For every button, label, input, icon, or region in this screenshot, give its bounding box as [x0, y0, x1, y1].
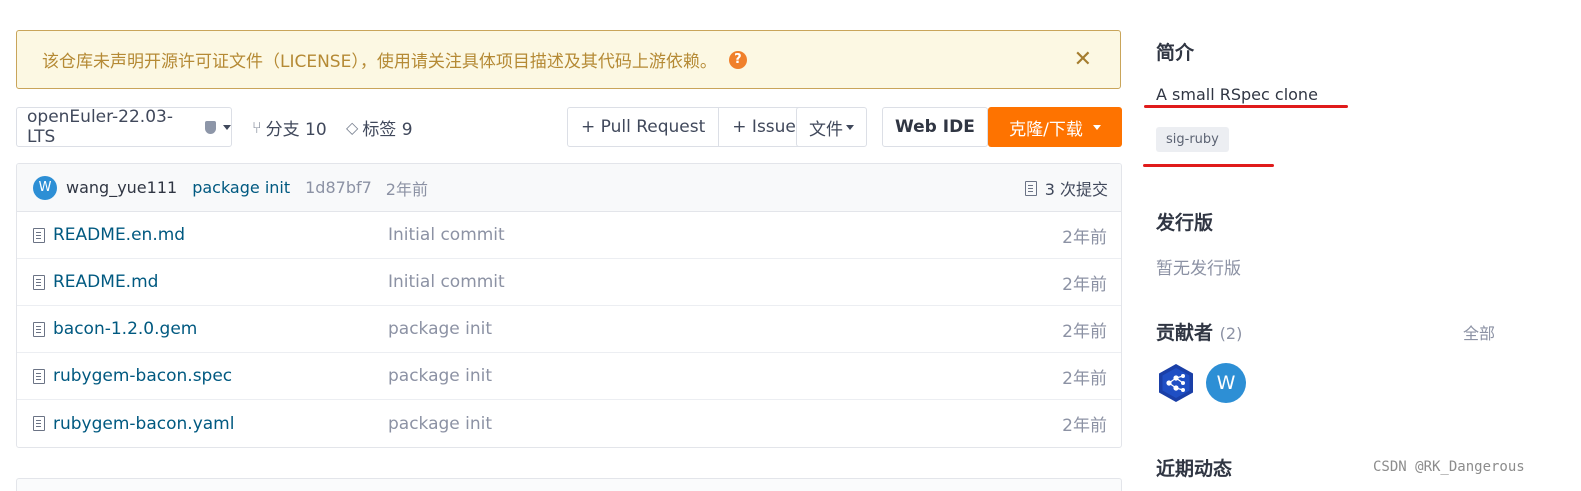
clone-label: 克隆/下载 [1009, 119, 1083, 140]
files-label: 文件 [809, 119, 843, 140]
file-commit-message[interactable]: Initial commit [388, 272, 505, 292]
chevron-down-icon [846, 124, 854, 130]
annotation-underline [1144, 105, 1348, 108]
repo-sidebar: 简介 A small RSpec clone sig-ruby 发行版 暂无发行… [1143, 0, 1556, 491]
contributors-count: (2) [1219, 324, 1243, 343]
clone-download-button[interactable]: 克隆/下载 [988, 107, 1122, 147]
file-row[interactable]: bacon-1.2.0.gem package init 2年前 [17, 306, 1121, 353]
file-icon [33, 321, 45, 337]
contributors-all-link[interactable]: 全部 [1463, 320, 1495, 344]
contributors-title: 贡献者 (2) [1156, 318, 1242, 345]
project-tag[interactable]: sig-ruby [1156, 127, 1229, 152]
watermark: CSDN @RK_Dangerous [1373, 459, 1525, 475]
file-commit-message[interactable]: Initial commit [388, 225, 505, 245]
commits-icon [1024, 180, 1037, 196]
file-name[interactable]: README.md [53, 272, 388, 292]
file-row[interactable]: rubygem-bacon.yaml package init 2年前 [17, 400, 1121, 447]
commit-count-label: 3 次提交 [1044, 180, 1108, 199]
protected-shield-icon [205, 120, 216, 134]
file-row[interactable]: README.md Initial commit 2年前 [17, 259, 1121, 306]
file-name[interactable]: rubygem-bacon.spec [53, 366, 388, 386]
notice-text: 该仓库未声明开源许可证文件（LICENSE），使用请关注具体项目描述及其代码上游… [42, 52, 717, 72]
pr-issue-group: + Pull Request + Issue [567, 107, 810, 147]
commit-count-link[interactable]: 3 次提交 [1024, 164, 1108, 212]
contributors-title-text: 贡献者 [1156, 322, 1214, 344]
bot-hex-icon [1159, 364, 1193, 402]
help-icon[interactable]: ? [728, 50, 747, 69]
commit-time: 2年前 [385, 179, 428, 199]
file-time: 2年前 [1062, 227, 1107, 248]
activity-title: 近期动态 [1156, 458, 1233, 480]
tags-label: 标签 9 [362, 119, 413, 140]
branches-link[interactable]: ⑂ 分支 10 [252, 107, 327, 147]
latest-commit-bar: W wang_yue111 package init 1d87bf7 2年前 3… [17, 164, 1121, 212]
file-time: 2年前 [1062, 321, 1107, 342]
file-list: W wang_yue111 package init 1d87bf7 2年前 3… [16, 163, 1122, 448]
file-commit-message[interactable]: package init [388, 366, 492, 386]
file-icon [33, 368, 45, 384]
file-icon [33, 274, 45, 290]
close-icon[interactable]: ✕ [1074, 47, 1092, 72]
file-commit-message[interactable]: package init [388, 319, 492, 339]
repo-toolbar: openEuler-22.03-LTS ⑂ 分支 10 ◇ 标签 9 + Pul… [16, 107, 1122, 147]
contributor-avatar[interactable] [1156, 363, 1196, 403]
contributor-avatar[interactable]: W [1206, 363, 1246, 403]
files-button[interactable]: 文件 [796, 107, 867, 147]
branch-name: openEuler-22.03-LTS [27, 107, 173, 147]
commit-sha[interactable]: 1d87bf7 [305, 178, 372, 197]
commit-message[interactable]: package init [192, 178, 290, 197]
release-empty: 暂无发行版 [1156, 259, 1241, 279]
file-time: 2年前 [1062, 416, 1107, 436]
file-time: 2年前 [1062, 368, 1107, 389]
branches-label: 分支 10 [265, 119, 327, 140]
release-title: 发行版 [1156, 212, 1214, 234]
tag-icon: ◇ [346, 117, 359, 137]
file-row[interactable]: rubygem-bacon.spec package init 2年前 [17, 353, 1121, 400]
avatar[interactable]: W [33, 175, 57, 200]
file-name[interactable]: rubygem-bacon.yaml [53, 414, 388, 434]
file-name[interactable]: README.en.md [53, 225, 388, 245]
commit-author[interactable]: wang_yue111 [66, 178, 177, 197]
file-icon [33, 227, 45, 243]
file-commit-message[interactable]: package init [388, 414, 492, 434]
chevron-down-icon [223, 124, 231, 130]
repo-description: A small RSpec clone [1156, 85, 1318, 104]
branch-select[interactable]: openEuler-22.03-LTS [16, 107, 232, 147]
web-ide-button[interactable]: Web IDE [882, 107, 988, 147]
file-time: 2年前 [1062, 274, 1107, 295]
branch-icon: ⑂ [252, 117, 262, 137]
license-notice: 该仓库未声明开源许可证文件（LICENSE），使用请关注具体项目描述及其代码上游… [16, 30, 1121, 89]
intro-title: 简介 [1156, 42, 1195, 64]
annotation-underline [1143, 164, 1274, 167]
tags-link[interactable]: ◇ 标签 9 [346, 107, 413, 147]
file-row[interactable]: README.en.md Initial commit 2年前 [17, 212, 1121, 259]
pull-request-button[interactable]: + Pull Request [568, 108, 718, 146]
file-name[interactable]: bacon-1.2.0.gem [53, 319, 388, 339]
readme-box [16, 478, 1122, 491]
chevron-down-icon [1092, 124, 1101, 130]
file-icon [33, 416, 45, 431]
